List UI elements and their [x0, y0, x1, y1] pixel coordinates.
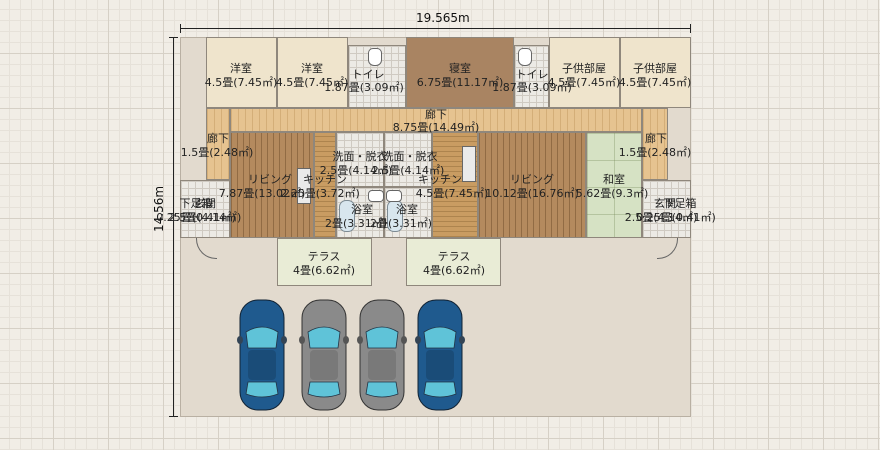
room-kids-1[interactable] [549, 37, 620, 108]
car-gray-2[interactable] [356, 298, 408, 412]
kitchen-counter-icon [297, 168, 311, 204]
width-dimension-label: 19.565m [416, 11, 470, 25]
room-corridor-left[interactable] [206, 108, 230, 180]
room-corridor-main[interactable] [230, 108, 642, 132]
kitchen-counter-icon [462, 146, 476, 182]
room-living-2[interactable] [478, 132, 586, 238]
height-dimension-line [173, 37, 174, 417]
room-washitsu[interactable] [586, 132, 642, 238]
room-western-1[interactable] [206, 37, 277, 108]
height-dimension-label: 14.56m [152, 185, 166, 232]
car-blue-1[interactable] [236, 298, 288, 412]
toilet-bowl-icon [518, 48, 532, 66]
width-dimension-line [180, 28, 691, 29]
bathtub-icon [339, 200, 355, 232]
width-dimension-tick-right [690, 24, 691, 33]
room-kitchen-1[interactable] [314, 132, 336, 238]
room-entrance-left[interactable] [180, 180, 230, 238]
room-corridor-right[interactable] [642, 108, 668, 180]
room-western-2[interactable] [277, 37, 348, 108]
width-dimension-tick-left [180, 24, 181, 33]
room-kids-2[interactable] [620, 37, 691, 108]
room-entrance-right[interactable] [642, 180, 691, 238]
height-dimension-tick-top [169, 37, 178, 38]
wash-basin-icon [386, 190, 402, 202]
room-terrace-1[interactable] [277, 238, 372, 286]
room-wash-1[interactable] [336, 132, 384, 187]
room-bedroom[interactable] [406, 37, 514, 108]
car-gray-1[interactable] [298, 298, 350, 412]
wash-basin-icon [368, 190, 384, 202]
room-terrace-2[interactable] [406, 238, 501, 286]
height-dimension-tick-bottom [169, 416, 178, 417]
car-blue-2[interactable] [414, 298, 466, 412]
room-wash-2[interactable] [384, 132, 432, 187]
bathtub-icon [387, 200, 403, 232]
toilet-bowl-icon [368, 48, 382, 66]
